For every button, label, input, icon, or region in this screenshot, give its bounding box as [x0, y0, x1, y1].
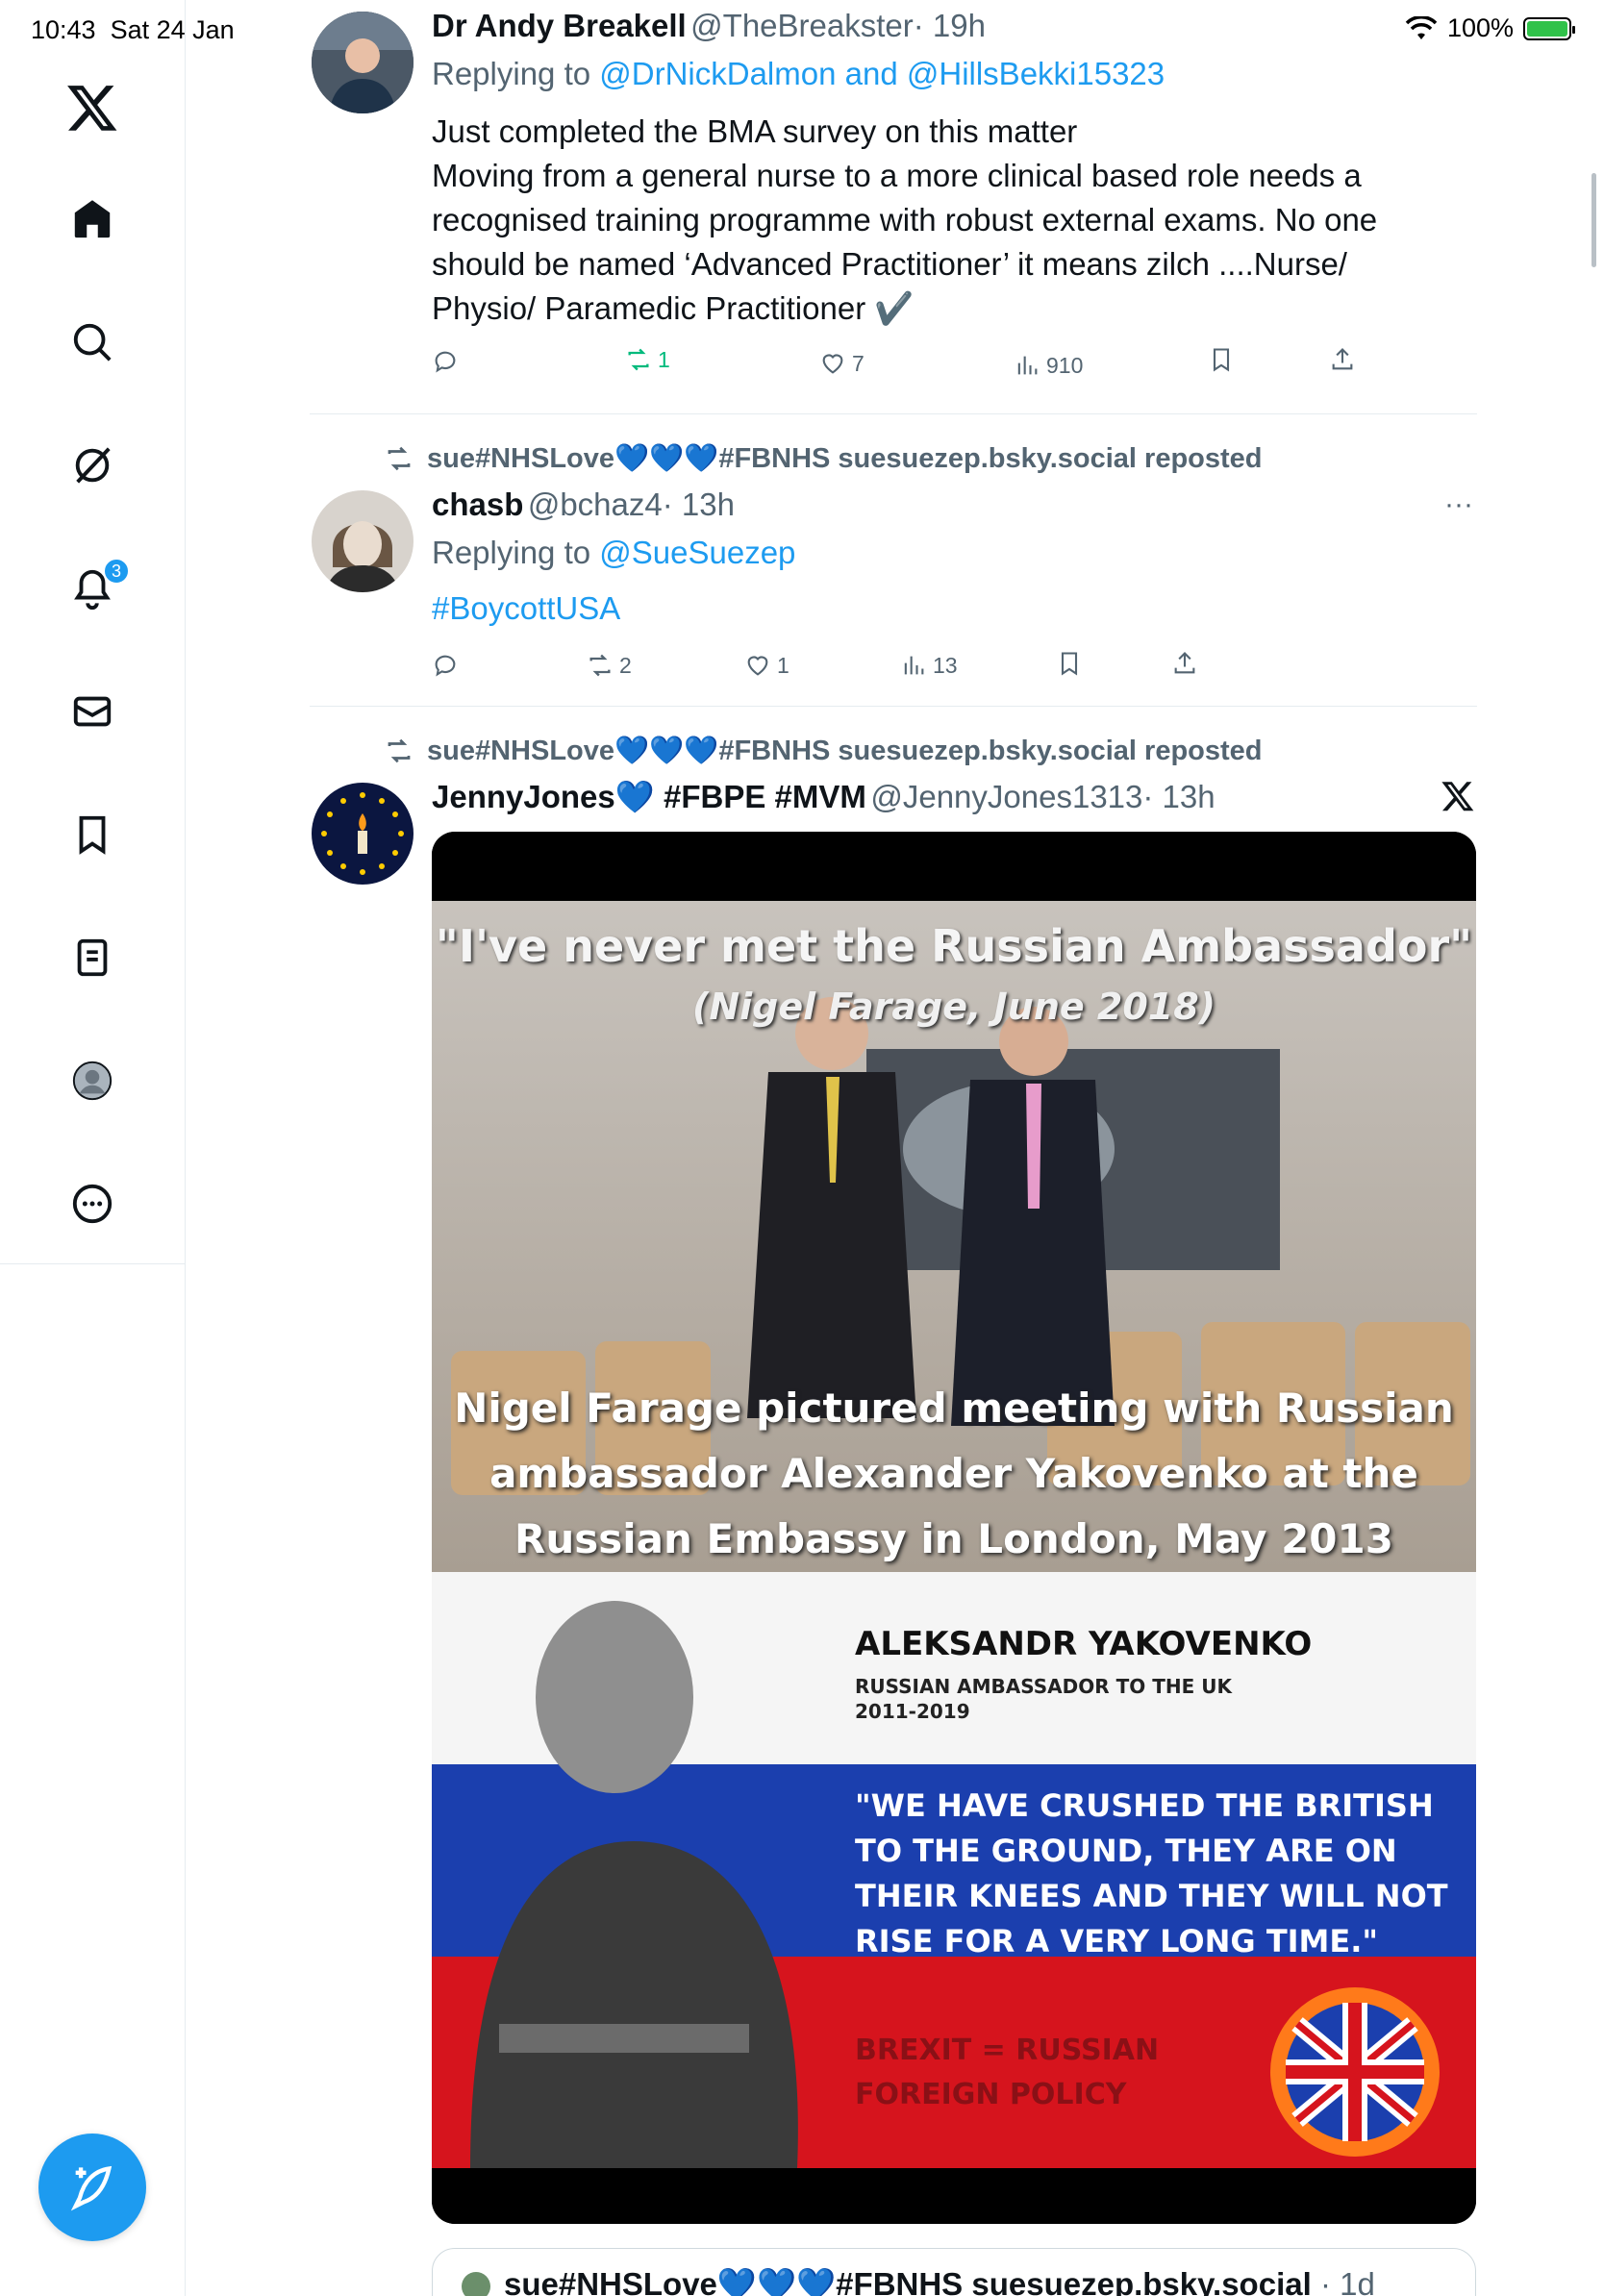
avatar[interactable] — [312, 783, 414, 885]
reply-mentions-link[interactable]: @DrNickDalmon and @HillsBekki15323 — [599, 56, 1165, 91]
sidebar: 3 — [0, 0, 186, 2296]
share-button[interactable] — [1329, 346, 1356, 373]
quoted-tweet-header: sue#NHSLove💙💙💙#FBNHS suesuezep.bsky.soci… — [504, 2266, 1375, 2296]
tweet-header: Dr Andy Breakell @TheBreakster· 19h — [432, 8, 986, 44]
author-name[interactable]: chasb — [432, 487, 523, 522]
share-icon — [1174, 652, 1195, 674]
lists-icon[interactable] — [63, 929, 121, 986]
repost-button[interactable]: 1 — [625, 346, 670, 373]
repost-icon — [388, 446, 411, 471]
compose-feather-icon — [70, 2165, 113, 2211]
reply-icon — [435, 351, 456, 373]
bookmark-button[interactable] — [1056, 650, 1083, 677]
image-caption: Nigel Farage pictured meeting with Russi… — [454, 1385, 1454, 1562]
share-button[interactable] — [1171, 650, 1198, 677]
replying-to: Replying to @SueSuezep — [432, 535, 796, 570]
post-time: · 13h — [1142, 779, 1216, 814]
quoted-tweet-card[interactable]: sue#NHSLove💙💙💙#FBNHS suesuezep.bsky.soci… — [432, 2248, 1476, 2296]
grok-icon[interactable] — [63, 437, 121, 494]
share-icon — [1332, 348, 1353, 370]
profile-avatar-icon[interactable] — [63, 1052, 121, 1110]
x-logo-icon[interactable] — [1441, 779, 1475, 813]
image-person-title: RUSSIAN AMBASSADOR TO THE UK — [855, 1675, 1232, 1698]
image-attribution: (Nigel Farage, June 2018) — [691, 986, 1216, 1028]
author-handle[interactable]: @TheBreakster — [690, 8, 914, 43]
messages-icon[interactable] — [63, 683, 121, 740]
image-person-name: ALEKSANDR YAKOVENKO — [855, 1625, 1313, 1663]
avatar — [462, 2272, 490, 2296]
like-button[interactable]: 7 — [819, 350, 865, 377]
heart-icon — [747, 656, 768, 676]
reply-button[interactable] — [432, 652, 459, 679]
views-button[interactable]: 13 — [900, 652, 958, 679]
post-time: · 13h — [662, 487, 735, 522]
tweet-body: Just completed the BMA survey on this ma… — [432, 113, 1378, 326]
x-logo-icon[interactable] — [65, 81, 119, 135]
author-name[interactable]: Dr Andy Breakell — [432, 8, 687, 43]
bookmark-button[interactable] — [1208, 346, 1235, 373]
bookmark-icon — [1061, 652, 1078, 676]
tweet-divider — [310, 413, 1477, 414]
like-button[interactable]: 1 — [744, 652, 789, 679]
views-chart-icon — [904, 656, 924, 675]
avatar[interactable] — [312, 490, 414, 592]
reply-mentions-link[interactable]: @SueSuezep — [599, 535, 795, 570]
tweet-image[interactable]: "I've never met the Russian Ambassador" … — [432, 832, 1476, 2224]
compose-button[interactable] — [38, 2134, 146, 2241]
image-footer: BREXIT = RUSSIAN FOREIGN POLICY — [855, 2034, 1160, 2111]
search-icon[interactable] — [63, 313, 121, 371]
notifications-badge: 3 — [103, 558, 130, 585]
repost-icon — [589, 654, 611, 677]
views-button[interactable]: 910 — [1014, 352, 1083, 379]
tweet-divider — [310, 706, 1477, 707]
repost-icon — [628, 348, 649, 371]
author-handle[interactable]: @JennyJones1313 — [870, 779, 1142, 814]
more-icon[interactable] — [63, 1175, 121, 1233]
views-chart-icon — [1017, 356, 1038, 375]
repost-attribution[interactable]: sue#NHSLove💙💙💙#FBNHS suesuezep.bsky.soci… — [383, 735, 1263, 767]
tweet-header: chasb @bchaz4· 13h — [432, 487, 735, 523]
heart-icon — [822, 354, 843, 374]
repost-icon — [388, 738, 411, 763]
avatar[interactable] — [312, 12, 414, 113]
scrollbar[interactable] — [1591, 173, 1596, 267]
home-icon[interactable] — [63, 190, 121, 248]
bookmark-icon — [1213, 348, 1230, 372]
author-handle[interactable]: @bchaz4 — [528, 487, 663, 522]
image-person-years: 2011-2019 — [855, 1700, 970, 1723]
image-quote: "WE HAVE CRUSHED THE BRITISH TO THE GROU… — [855, 1787, 1448, 1959]
author-name[interactable]: JennyJones💙 #FBPE #MVM — [432, 779, 866, 814]
reply-icon — [435, 655, 456, 677]
replying-to: Replying to @DrNickDalmon and @HillsBekk… — [432, 56, 1165, 91]
repost-button[interactable]: 2 — [587, 652, 632, 679]
bookmarks-icon[interactable] — [63, 806, 121, 863]
image-headline: "I've never met the Russian Ambassador" — [435, 920, 1473, 972]
post-time: · 19h — [913, 8, 986, 43]
tweet-header: JennyJones💙 #FBPE #MVM @JennyJones1313· … — [432, 779, 1216, 816]
sidebar-divider — [0, 1263, 186, 1264]
more-options-icon[interactable]: ··· — [1444, 488, 1473, 521]
battery-icon — [1523, 16, 1575, 40]
repost-attribution[interactable]: sue#NHSLove💙💙💙#FBNHS suesuezep.bsky.soci… — [383, 442, 1263, 475]
reply-button[interactable] — [432, 348, 459, 375]
hashtag-link[interactable]: #BoycottUSA — [432, 590, 620, 627]
